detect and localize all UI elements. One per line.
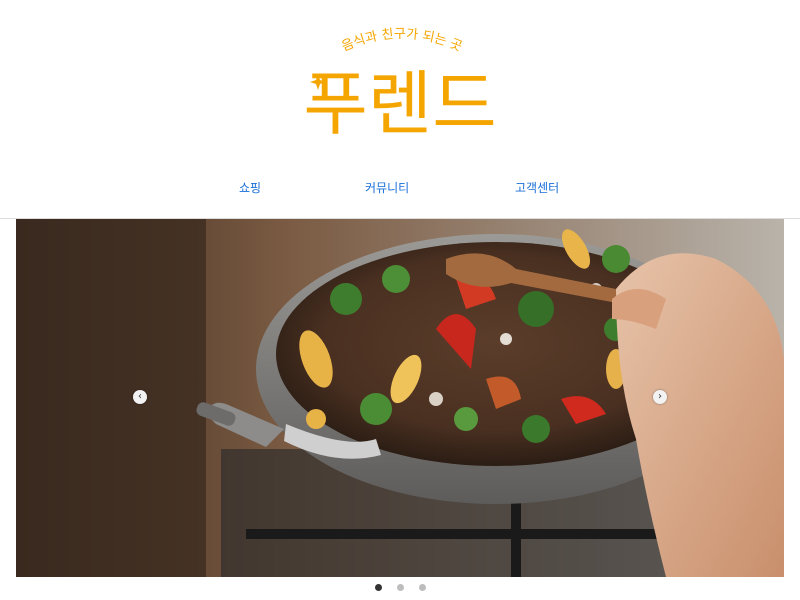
carousel-dot-1[interactable] (375, 584, 382, 591)
carousel-pagination (372, 584, 432, 594)
brand-tagline: 음식과 친구가 되는 곳 (340, 27, 465, 55)
nav-item-community[interactable]: 커뮤니티 (365, 179, 409, 196)
page: 음식과 친구가 되는 곳 푸렌드 쇼핑 커뮤니티 고객센터 ‹ › (0, 0, 800, 600)
brand-logo-text: 푸렌드 (303, 63, 496, 144)
chevron-right-icon: › (658, 391, 662, 402)
hero-carousel[interactable]: ‹ › (16, 219, 784, 577)
carousel-next-button[interactable]: › (653, 390, 667, 404)
brand-logo[interactable]: 음식과 친구가 되는 곳 푸렌드 (290, 24, 510, 144)
brand-logo-graphic: 음식과 친구가 되는 곳 푸렌드 (303, 27, 496, 144)
carousel-dot-3[interactable] (419, 584, 426, 591)
chevron-left-icon: ‹ (138, 391, 142, 402)
hero-slide-image (16, 219, 784, 577)
nav-item-shopping[interactable]: 쇼핑 (239, 179, 261, 196)
nav-item-customer-center[interactable]: 고객센터 (515, 179, 559, 196)
carousel-prev-button[interactable]: ‹ (133, 390, 147, 404)
carousel-dot-2[interactable] (397, 584, 404, 591)
main-nav: 쇼핑 커뮤니티 고객센터 (0, 176, 800, 200)
